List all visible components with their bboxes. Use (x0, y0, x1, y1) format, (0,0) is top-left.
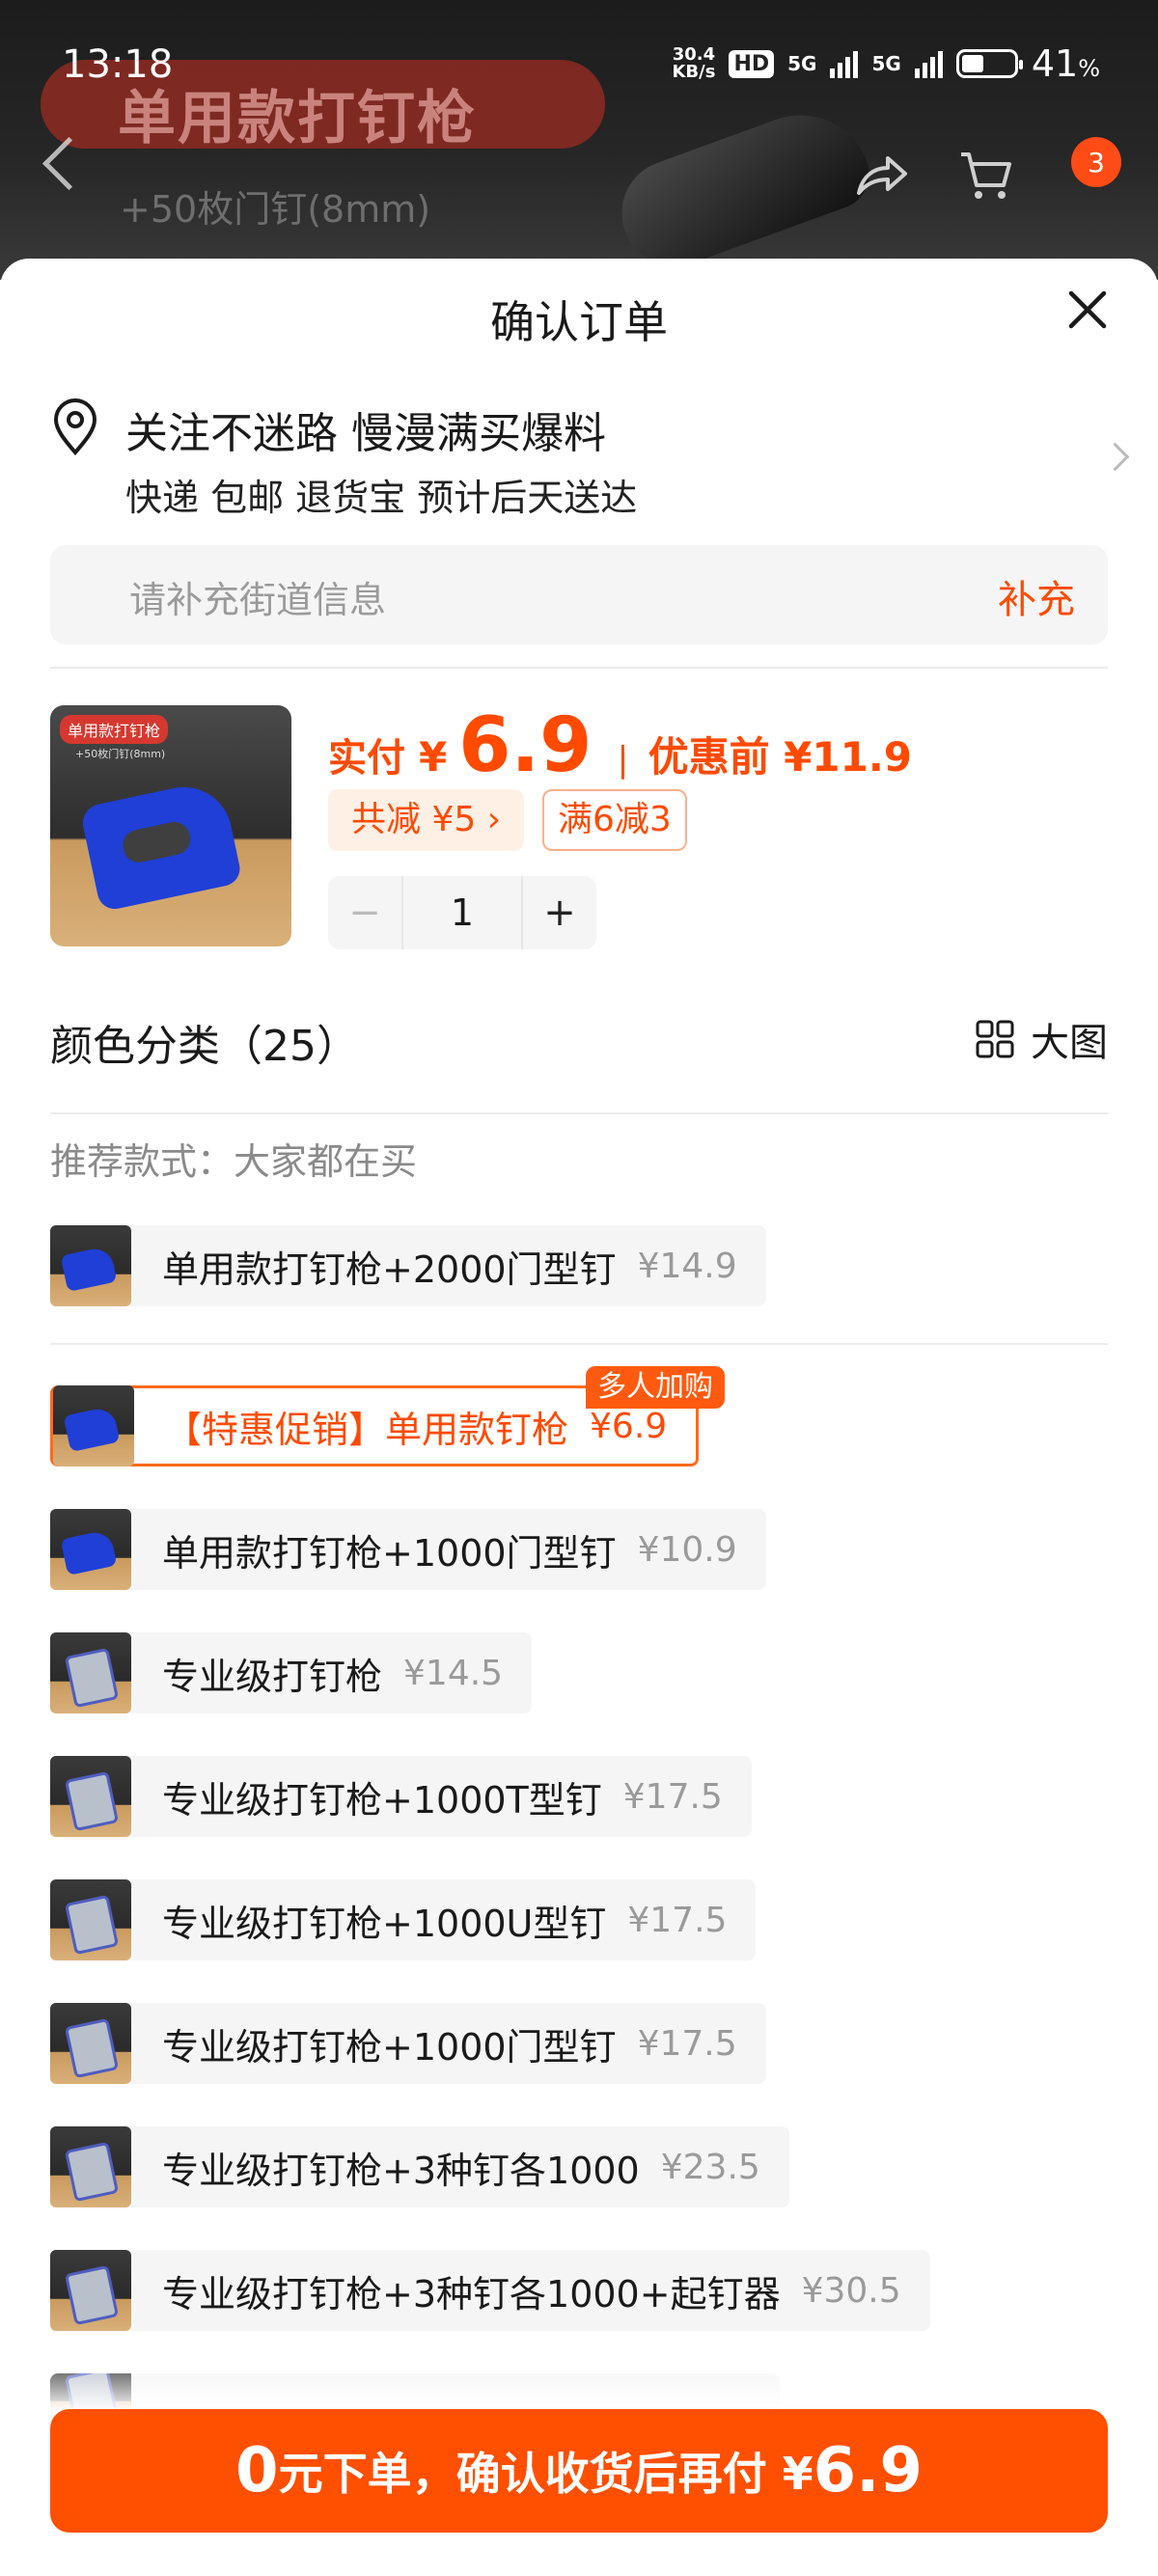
banner-subtitle: +50枚门钉(8mm) (120, 188, 431, 231)
increase-button[interactable]: + (523, 876, 596, 949)
variant-option[interactable]: 单用款打钉枪+1000门型钉 ¥10.9 (50, 1509, 766, 1590)
total-discount-tag[interactable]: 共减 ¥5 › (328, 789, 525, 851)
sim1-5g-label: 5G (787, 52, 817, 75)
divider (50, 1112, 1108, 1114)
product-thumbnail[interactable]: 单用款打钉枪 +50枚门钉(8mm) (50, 705, 291, 946)
hd-voice-icon: HD (729, 49, 775, 78)
chevron-right-icon (1100, 442, 1130, 472)
variant-thumb (50, 1879, 131, 1960)
original-price: 优惠前 ¥11.9 (648, 733, 913, 781)
supplement-button[interactable]: 补充 (998, 568, 1075, 624)
signal-icon-2 (914, 49, 943, 78)
variants-title: 颜色分类（25） (50, 1022, 359, 1071)
variant-option[interactable]: 专业级打钉枪+1000U型钉 ¥17.5 (50, 1879, 757, 1960)
delivery-info: 快递 包邮 退货宝 预计后天送达 (125, 477, 638, 519)
cart-icon[interactable] (955, 145, 1017, 206)
signal-icon (830, 49, 859, 78)
variant-option[interactable]: 单用款打钉枪+2000门型钉 ¥14.9 (50, 1225, 766, 1306)
grid-icon (976, 1020, 1014, 1058)
battery-percent: 41% (1031, 42, 1100, 85)
sheet-title: 确认订单 (490, 296, 668, 348)
variant-option[interactable]: 专业级打钉枪+1000门型钉 ¥17.5 (50, 2003, 766, 2084)
stapler-image (79, 778, 243, 913)
quantity-stepper: − 1 + (328, 876, 596, 949)
quantity-value[interactable]: 1 (401, 876, 523, 949)
recommend-label: 推荐款式：大家都在买 (50, 1140, 418, 1183)
street-info-field[interactable]: 请补充街道信息 补充 (50, 545, 1108, 644)
price-line: 实付 ¥ 6.9 | 优惠前 ¥11.9 (328, 702, 913, 789)
variant-option[interactable]: 专业级打钉枪 ¥14.5 (50, 1632, 533, 1713)
variant-option[interactable]: 专业级打钉枪+1000T型钉 ¥17.5 (50, 1756, 752, 1837)
divider (50, 667, 1108, 669)
cart-count-badge: 3 (1071, 137, 1121, 187)
paid-amount: 6.9 (458, 702, 593, 789)
variant-thumb (50, 1632, 131, 1713)
recipient-name: 关注不迷路 慢漫满买爆料 (125, 409, 606, 458)
battery-icon (955, 49, 1023, 78)
variant-thumb (50, 1509, 131, 1590)
variant-thumb (50, 1756, 131, 1837)
share-icon[interactable] (849, 145, 911, 206)
variant-thumb (50, 1225, 131, 1306)
full-reduction-tag: 满6减3 (542, 789, 687, 851)
network-speed: 30.4 KB/s (672, 44, 716, 82)
paid-label: 实付 (328, 736, 405, 781)
status-bar: 13:18 30.4 KB/s HD 5G 5G 41% (0, 39, 1158, 93)
decrease-button[interactable]: − (328, 876, 401, 949)
big-view-toggle[interactable]: 大图 (975, 1011, 1108, 1067)
status-time: 13:18 (62, 42, 174, 87)
variant-thumb (50, 2250, 131, 2331)
variant-thumb (50, 2003, 131, 2084)
confirm-order-sheet: 确认订单 关注不迷路 慢漫满买爆料 快递 包邮 退货宝 预计后天送达 请补充街道… (0, 259, 1158, 2576)
big-view-label: 大图 (1031, 1021, 1108, 1065)
sim2-5g-label: 5G (871, 52, 901, 75)
variant-option[interactable]: 专业级打钉枪+3种钉各1000 ¥23.5 (50, 2126, 789, 2207)
close-icon[interactable] (1063, 286, 1112, 334)
divider (50, 1343, 1108, 1345)
location-pin-icon (53, 398, 97, 456)
scroll-fade (0, 2354, 1158, 2412)
status-icons: 30.4 KB/s HD 5G 5G 41% (672, 42, 1100, 85)
currency-symbol: ¥ (419, 733, 448, 781)
product-photo-handle (607, 95, 879, 280)
price-separator: | (617, 740, 629, 780)
address-row[interactable]: 关注不迷路 慢漫满买爆料 快递 包邮 退货宝 预计后天送达 (50, 398, 1130, 519)
variant-option[interactable]: 专业级打钉枪+3种钉各1000+起钉器 ¥30.5 (50, 2250, 930, 2331)
variant-thumb (53, 1385, 134, 1466)
place-order-button[interactable]: 0 元下单，确认收货后再付 ¥ 6.9 (50, 2409, 1108, 2533)
popular-badge: 多人加购 (586, 1366, 725, 1409)
variant-thumb (50, 2126, 131, 2207)
street-placeholder: 请补充街道信息 (129, 579, 387, 621)
product-page-backdrop: 单用款打钉枪 +50枚门钉(8mm) 13:18 30.4 KB/s HD 5G… (0, 0, 1158, 280)
